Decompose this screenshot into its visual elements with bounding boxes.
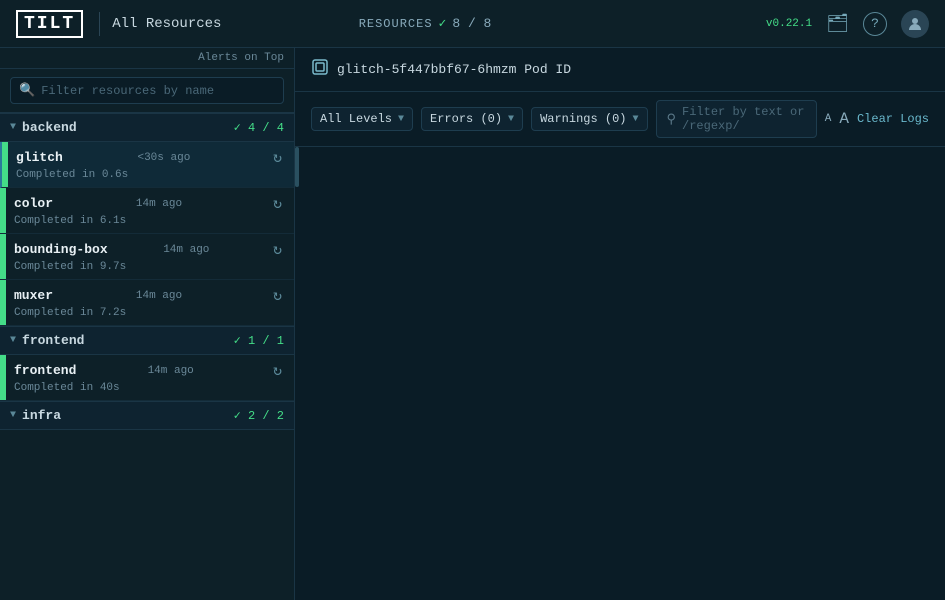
version-badge: v0.22.1	[766, 18, 812, 30]
resource-name-bounding-box: bounding-box	[14, 242, 108, 257]
resource-detail-muxer: Completed in 7.2s	[14, 307, 286, 319]
help-icon[interactable]: ?	[863, 12, 887, 36]
search-input[interactable]	[41, 84, 275, 98]
resource-name-glitch: glitch	[16, 150, 63, 165]
resources-count: 8 / 8	[452, 16, 491, 31]
resource-top-glitch: glitch <30s ago ↻	[16, 148, 286, 167]
resource-item-bounding-box[interactable]: bounding-box 14m ago ↻ Completed in 9.7s	[0, 234, 294, 280]
resource-refresh-color[interactable]: ↻	[269, 194, 286, 213]
nav-right: v0.22.1 🗂 ?	[766, 10, 929, 38]
errors-dropdown[interactable]: Errors (0) ▼	[421, 107, 523, 131]
warnings-dropdown[interactable]: Warnings (0) ▼	[531, 107, 647, 131]
group-header-infra[interactable]: ▼ infra ✓ 2 / 2	[0, 401, 294, 430]
all-levels-label: All Levels	[320, 112, 392, 126]
resource-refresh-frontend-item[interactable]: ↻	[269, 361, 286, 380]
filter-icon: ⚲	[667, 112, 677, 127]
errors-arrow: ▼	[508, 114, 514, 125]
avatar[interactable]	[901, 10, 929, 38]
resource-time-bounding-box: 14m ago	[163, 244, 209, 256]
nav-divider	[99, 12, 100, 36]
topnav: TILT All Resources RESOURCES ✓ 8 / 8 v0.…	[0, 0, 945, 48]
pod-id-text: glitch-5f447bbf67-6hmzm Pod ID	[337, 62, 571, 77]
resource-detail-frontend-item: Completed in 40s	[14, 382, 286, 394]
resource-detail-bounding-box: Completed in 9.7s	[14, 261, 286, 273]
resource-refresh-muxer[interactable]: ↻	[269, 286, 286, 305]
resource-item-glitch[interactable]: glitch <30s ago ↻ Completed in 0.6s	[0, 142, 294, 188]
clear-logs-button[interactable]: Clear Logs	[857, 112, 929, 126]
nav-resources: RESOURCES ✓ 8 / 8	[359, 16, 492, 31]
group-name-infra: infra	[22, 408, 234, 423]
resource-time-color: 14m ago	[136, 198, 182, 210]
group-count-backend: ✓ 4 / 4	[234, 120, 284, 135]
resource-time-glitch: <30s ago	[137, 152, 190, 164]
resource-item-frontend-item[interactable]: frontend 14m ago ↻ Completed in 40s	[0, 355, 294, 401]
resource-name-muxer: muxer	[14, 288, 53, 303]
book-icon[interactable]: 🗂	[826, 13, 849, 35]
logo: TILT	[16, 10, 83, 38]
resource-top-muxer: muxer 14m ago ↻	[14, 286, 286, 305]
search-icon: 🔍	[19, 83, 35, 98]
log-filter[interactable]: ⚲ Filter by text or /regexp/	[656, 100, 817, 138]
all-levels-dropdown[interactable]: All Levels ▼	[311, 107, 413, 131]
log-controls: All Levels ▼ Errors (0) ▼ Warnings (0) ▼…	[295, 92, 945, 147]
resource-detail-color: Completed in 6.1s	[14, 215, 286, 227]
resource-detail-glitch: Completed in 0.6s	[16, 169, 286, 181]
font-size-large-btn[interactable]: A	[839, 110, 849, 128]
group-chevron-frontend: ▼	[10, 335, 16, 346]
group-count-frontend: ✓ 1 / 1	[234, 333, 284, 348]
errors-label: Errors (0)	[430, 112, 502, 126]
all-levels-arrow: ▼	[398, 114, 404, 125]
warnings-label: Warnings (0)	[540, 112, 626, 126]
content-area: glitch-5f447bbf67-6hmzm Pod ID All Level…	[295, 48, 945, 600]
pod-icon	[311, 58, 329, 81]
resource-top-color: color 14m ago ↻	[14, 194, 286, 213]
alerts-on-top-label: Alerts on Top	[0, 48, 294, 69]
sidebar-list: ▼ backend ✓ 4 / 4 glitch <30s ago ↻ Comp…	[0, 113, 294, 600]
resource-info-muxer: muxer 14m ago ↻ Completed in 7.2s	[6, 280, 294, 325]
resource-info-glitch: glitch <30s ago ↻ Completed in 0.6s	[8, 142, 294, 187]
resource-refresh-bounding-box[interactable]: ↻	[269, 240, 286, 259]
warnings-arrow: ▼	[632, 114, 638, 125]
main-layout: Alerts on Top 🔍 ▼ backend ✓ 4 / 4 glitch…	[0, 48, 945, 600]
resource-refresh-glitch[interactable]: ↻	[269, 148, 286, 167]
resource-top-bounding-box: bounding-box 14m ago ↻	[14, 240, 286, 259]
filter-placeholder: Filter by text or /regexp/	[682, 105, 806, 133]
resource-info-color: color 14m ago ↻ Completed in 6.1s	[6, 188, 294, 233]
log-scrollbar	[295, 147, 299, 187]
group-header-frontend[interactable]: ▼ frontend ✓ 1 / 1	[0, 326, 294, 355]
resource-name-frontend-item: frontend	[14, 363, 76, 378]
resource-time-muxer: 14m ago	[136, 290, 182, 302]
resource-time-frontend-item: 14m ago	[148, 365, 194, 377]
content-header: glitch-5f447bbf67-6hmzm Pod ID	[295, 48, 945, 92]
resource-item-muxer[interactable]: muxer 14m ago ↻ Completed in 7.2s	[0, 280, 294, 326]
resource-top-frontend-item: frontend 14m ago ↻	[14, 361, 286, 380]
resource-name-color: color	[14, 196, 53, 211]
resources-label: RESOURCES	[359, 17, 433, 31]
resource-item-color[interactable]: color 14m ago ↻ Completed in 6.1s	[0, 188, 294, 234]
sidebar: Alerts on Top 🔍 ▼ backend ✓ 4 / 4 glitch…	[0, 48, 295, 600]
group-header-backend[interactable]: ▼ backend ✓ 4 / 4	[0, 113, 294, 142]
group-chevron-backend: ▼	[10, 122, 16, 133]
group-name-backend: backend	[22, 120, 234, 135]
group-count-infra: ✓ 2 / 2	[234, 408, 284, 423]
search-wrap: 🔍	[10, 77, 284, 104]
resources-check: ✓	[439, 16, 447, 31]
log-area[interactable]	[295, 147, 945, 600]
font-size-small-btn[interactable]: A	[825, 113, 832, 125]
resource-info-frontend-item: frontend 14m ago ↻ Completed in 40s	[6, 355, 294, 400]
sidebar-search: 🔍	[0, 69, 294, 113]
group-chevron-infra: ▼	[10, 410, 16, 421]
group-name-frontend: frontend	[22, 333, 234, 348]
nav-title: All Resources	[112, 16, 221, 32]
resource-info-bounding-box: bounding-box 14m ago ↻ Completed in 9.7s	[6, 234, 294, 279]
log-controls-right: A A Clear Logs	[825, 110, 929, 128]
